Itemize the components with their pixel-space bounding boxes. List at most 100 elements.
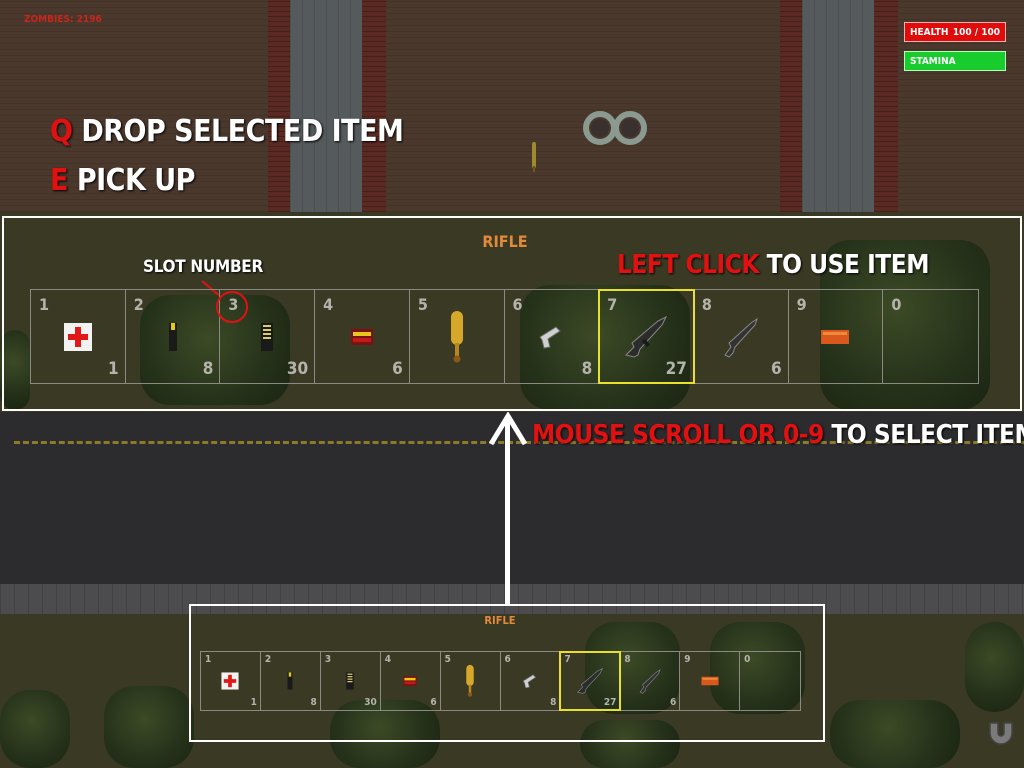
shotgun-shells-icon bbox=[403, 676, 417, 686]
bush bbox=[965, 622, 1024, 712]
slot-number-highlight bbox=[216, 291, 248, 323]
slot-number: 5 bbox=[444, 654, 451, 665]
health-label: HEALTH bbox=[910, 26, 949, 38]
building-center bbox=[386, 0, 780, 212]
inventory-bar: 1 1 2 8 3 30 4 6 5 6 8 7 27 8 6 9 0 bbox=[200, 651, 801, 711]
bush bbox=[830, 700, 960, 768]
pistol-icon bbox=[539, 325, 562, 349]
item-count: 30 bbox=[364, 697, 377, 708]
slot-number: 9 bbox=[796, 295, 807, 314]
brick-wall bbox=[780, 0, 802, 212]
slot-number: 2 bbox=[264, 654, 272, 665]
bush bbox=[104, 686, 194, 768]
magnet-item bbox=[989, 722, 1013, 745]
rifle-icon bbox=[576, 667, 603, 694]
pistol-ammo-icon bbox=[287, 672, 293, 690]
inventory-slot-4[interactable]: 4 6 bbox=[315, 290, 410, 383]
slot-number-label: SLOT NUMBER bbox=[143, 257, 263, 277]
item-count: 8 bbox=[202, 359, 214, 379]
bush bbox=[0, 690, 70, 768]
pistol-icon bbox=[522, 674, 537, 689]
inventory-slot-1[interactable]: 1 1 bbox=[201, 652, 261, 710]
sidewalk bbox=[290, 0, 362, 212]
slot-number: 3 bbox=[324, 654, 332, 665]
inventory-slot-6[interactable]: 6 8 bbox=[501, 652, 561, 710]
slot-number: 4 bbox=[323, 295, 334, 314]
sidewalk bbox=[802, 0, 874, 212]
inventory-slot-5[interactable]: 5 bbox=[410, 290, 505, 383]
brick-wall bbox=[874, 0, 898, 212]
baseball-bat-icon bbox=[450, 310, 463, 362]
inventory-slot-1[interactable]: 1 1 bbox=[31, 290, 126, 383]
selected-item-name-small: RIFLE bbox=[484, 614, 516, 627]
select-items-tip: MOUSE SCROLL OR 0-9 TO SELECT ITEMS bbox=[532, 420, 1024, 450]
inventory-slot-6[interactable]: 6 8 bbox=[505, 290, 600, 383]
zombie-counter: ZOMBIES: 2196 bbox=[24, 14, 102, 25]
inventory-slot-5[interactable]: 5 bbox=[441, 652, 501, 710]
medkit-icon bbox=[221, 672, 240, 690]
item-count: 27 bbox=[603, 697, 617, 708]
inventory-slot-8[interactable]: 8 6 bbox=[620, 652, 681, 710]
inventory-slot-0[interactable]: 0 bbox=[883, 290, 978, 383]
inventory-slot-4[interactable]: 4 6 bbox=[381, 652, 441, 710]
item-count: 1 bbox=[108, 359, 119, 379]
slot-number: 7 bbox=[564, 654, 571, 665]
pickup-text: PICK UP bbox=[76, 163, 196, 198]
item-count: 6 bbox=[392, 359, 403, 379]
slot-number: 8 bbox=[624, 654, 631, 665]
slot-number: 0 bbox=[744, 654, 751, 665]
medkit-icon bbox=[63, 322, 92, 351]
pickup-tip: E PICK UP bbox=[50, 163, 195, 198]
select-text: TO SELECT ITEMS bbox=[831, 420, 1024, 450]
shotgun-icon bbox=[639, 669, 661, 694]
inventory-slot-9[interactable]: 9 bbox=[680, 652, 741, 710]
stamina-bar: STAMINA bbox=[904, 51, 1006, 71]
inventory-slot-7[interactable]: 7 27 bbox=[559, 651, 622, 711]
pickup-key: E bbox=[50, 163, 68, 198]
game-scene: ZOMBIES: 2196 HEALTH 100 / 100 STAMINA Q… bbox=[0, 0, 1024, 768]
drop-key: Q bbox=[50, 114, 73, 149]
select-key: MOUSE SCROLL OR 0-9 bbox=[532, 420, 824, 450]
drop-item-tip: Q DROP SELECTED ITEM bbox=[50, 114, 404, 149]
slot-number: 1 bbox=[205, 654, 212, 665]
item-count: 6 bbox=[770, 359, 782, 379]
item-count: 30 bbox=[286, 359, 309, 379]
slot-number: 6 bbox=[504, 654, 511, 665]
item-count: 6 bbox=[669, 697, 677, 708]
drop-text: DROP SELECTED ITEM bbox=[81, 114, 404, 149]
item-count: 6 bbox=[430, 697, 437, 708]
inventory-slot-2[interactable]: 2 8 bbox=[126, 290, 221, 383]
inventory-slot-2[interactable]: 2 8 bbox=[261, 652, 321, 710]
item-count: 8 bbox=[310, 697, 317, 708]
inventory-slot-0[interactable]: 0 bbox=[740, 652, 800, 710]
baseball-bat-icon bbox=[466, 664, 474, 697]
brick-wall bbox=[268, 0, 290, 212]
brick-wall bbox=[362, 0, 386, 212]
health-bar: HEALTH 100 / 100 bbox=[904, 22, 1006, 42]
rifle-icon bbox=[625, 315, 668, 358]
rifle-ammo-icon bbox=[261, 322, 274, 351]
slot-number: 8 bbox=[701, 295, 712, 314]
inventory-slot-9[interactable]: 9 bbox=[789, 290, 884, 383]
item-count: 27 bbox=[665, 359, 687, 379]
item-count: 8 bbox=[550, 697, 557, 708]
health-value: 100 / 100 bbox=[952, 26, 1000, 38]
item-count: 1 bbox=[250, 697, 257, 708]
slot-number: 7 bbox=[607, 295, 618, 314]
inventory-slot-7[interactable]: 7 27 bbox=[598, 289, 695, 384]
brick-icon bbox=[701, 676, 719, 686]
selected-item-name: RIFLE bbox=[482, 232, 528, 251]
slot-number: 1 bbox=[39, 295, 50, 314]
slot-number: 6 bbox=[512, 295, 523, 314]
brick-icon bbox=[821, 329, 850, 344]
slot-number: 4 bbox=[384, 654, 391, 665]
arrow-head-icon bbox=[489, 412, 527, 446]
slot-number: 2 bbox=[133, 295, 144, 314]
zombie-sprite bbox=[532, 142, 536, 172]
inventory-slot-8[interactable]: 8 6 bbox=[694, 290, 789, 383]
rifle-ammo-icon bbox=[346, 672, 354, 690]
shotgun-icon bbox=[724, 317, 758, 358]
shotgun-shells-icon bbox=[350, 328, 373, 345]
slot-number: 5 bbox=[417, 295, 428, 314]
inventory-slot-3[interactable]: 3 30 bbox=[321, 652, 381, 710]
